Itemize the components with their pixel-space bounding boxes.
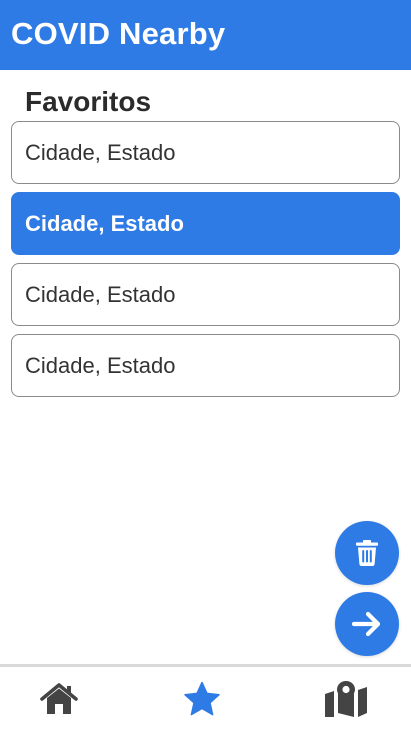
trash-icon [356, 540, 378, 566]
bottom-navigation [0, 664, 411, 731]
app-header: COVID Nearby [0, 0, 411, 70]
map-icon [324, 680, 368, 718]
app-title: COVID Nearby [11, 16, 226, 51]
nav-home-button[interactable] [29, 677, 89, 721]
favorite-item-label: Cidade, Estado [25, 352, 176, 378]
nav-map-button[interactable] [316, 677, 376, 721]
favorite-item[interactable]: Cidade, Estado [11, 334, 400, 397]
favorite-item-selected[interactable]: Cidade, Estado [11, 192, 400, 255]
favorites-title: Favoritos [25, 86, 152, 117]
favorite-item[interactable]: Cidade, Estado [11, 263, 400, 326]
favorites-list: Cidade, Estado Cidade, Estado Cidade, Es… [11, 121, 400, 405]
star-icon [183, 681, 221, 717]
arrow-right-icon [352, 611, 382, 637]
nav-favorites-button[interactable] [172, 677, 232, 721]
favorite-item[interactable]: Cidade, Estado [11, 121, 400, 184]
next-button[interactable] [335, 592, 399, 656]
favorite-item-label: Cidade, Estado [25, 281, 176, 307]
favorite-item-label: Cidade, Estado [25, 210, 184, 236]
favorite-item-label: Cidade, Estado [25, 139, 176, 165]
home-icon [40, 683, 78, 715]
delete-favorite-button[interactable] [335, 521, 399, 585]
